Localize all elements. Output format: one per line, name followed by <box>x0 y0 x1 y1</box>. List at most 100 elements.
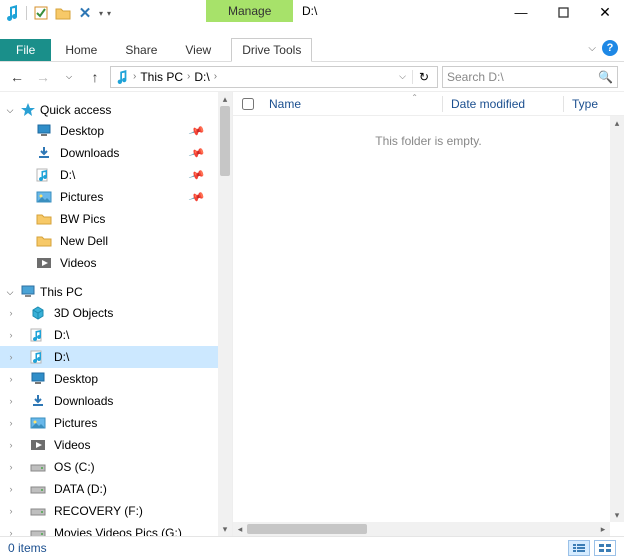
chevron-right-icon[interactable]: › <box>0 462 22 472</box>
up-button[interactable]: ↑ <box>84 66 106 88</box>
qat-customize-icon[interactable]: ▾ <box>107 9 111 18</box>
tree-item[interactable]: › Videos <box>0 434 218 456</box>
tree-item[interactable]: › DATA (D:) <box>0 478 218 500</box>
window-controls: — ✕ <box>506 2 620 22</box>
column-headers: Name ⌃ Date modified Type <box>233 92 624 116</box>
chevron-right-icon[interactable]: › <box>0 308 22 318</box>
view-large-icons-button[interactable] <box>594 540 616 556</box>
ribbon-expand-icon[interactable]: ⌵ <box>588 43 596 54</box>
search-input[interactable]: Search D:\ 🔍 <box>442 66 618 88</box>
chevron-right-icon[interactable]: › <box>0 418 22 428</box>
tree-item[interactable]: Pictures📌 <box>0 186 218 208</box>
chevron-right-icon[interactable]: › <box>0 506 22 516</box>
address-root-icon[interactable] <box>113 70 131 84</box>
chevron-down-icon[interactable]: ⌵ <box>4 287 16 298</box>
tree-item[interactable]: ›Desktop <box>0 368 218 390</box>
search-placeholder: Search D:\ <box>447 70 598 84</box>
drive-icon <box>30 459 46 475</box>
scroll-thumb[interactable] <box>220 106 230 176</box>
breadcrumb-current[interactable]: D:\ <box>192 70 211 84</box>
desktop-icon <box>36 123 52 139</box>
scroll-track[interactable] <box>247 522 596 536</box>
tree-item[interactable]: ›RECOVERY (F:) <box>0 500 218 522</box>
tab-share[interactable]: Share <box>111 39 171 61</box>
downloads-icon <box>36 145 52 161</box>
delete-x-icon[interactable]: ✕ <box>77 5 93 21</box>
scroll-up-icon[interactable]: ▴ <box>218 92 232 106</box>
sort-indicator-icon: ⌃ <box>411 93 418 102</box>
select-all-checkbox[interactable] <box>233 95 261 113</box>
drive-icon <box>30 503 46 519</box>
chevron-right-icon[interactable]: › <box>0 330 22 340</box>
tree-item-label: Videos <box>54 438 90 452</box>
address-history-icon[interactable]: ⌵ <box>395 71 410 82</box>
breadcrumb-sep-icon[interactable]: › <box>212 71 219 82</box>
manage-tab[interactable]: Manage <box>206 0 293 22</box>
tree-item[interactable]: D:\📌 <box>0 164 218 186</box>
scroll-track[interactable] <box>218 106 232 522</box>
breadcrumb-this-pc[interactable]: This PC <box>138 70 185 84</box>
scroll-down-icon[interactable]: ▾ <box>610 508 624 522</box>
scroll-thumb[interactable] <box>247 524 367 534</box>
tree-item[interactable]: BW Pics <box>0 208 218 230</box>
quick-access-toolbar: ✕ ▾ ▾ <box>0 0 117 22</box>
content-vscrollbar[interactable]: ▴ ▾ <box>610 116 624 522</box>
tree-item[interactable]: Videos <box>0 252 218 274</box>
chevron-right-icon[interactable]: › <box>0 528 22 536</box>
properties-icon[interactable] <box>33 5 49 21</box>
new-folder-icon[interactable] <box>55 5 71 21</box>
this-pc-icon <box>20 284 36 300</box>
column-type[interactable]: Type <box>564 97 624 111</box>
tree-item[interactable]: New Dell <box>0 230 218 252</box>
chevron-right-icon[interactable]: › <box>0 440 22 450</box>
recent-locations-button[interactable]: ⌵ <box>58 66 80 88</box>
chevron-right-icon[interactable]: › <box>0 484 22 494</box>
tab-view[interactable]: View <box>171 39 225 61</box>
close-button[interactable]: ✕ <box>590 2 620 22</box>
tab-file[interactable]: File <box>0 39 51 61</box>
select-all-checkbox-input[interactable] <box>242 98 254 110</box>
tree-item[interactable]: ›Movies Videos Pics (G:) <box>0 522 218 536</box>
minimize-button[interactable]: — <box>506 2 536 22</box>
qat-dropdown-icon[interactable]: ▾ <box>99 9 103 18</box>
tree-item[interactable]: ›D:\ <box>0 324 218 346</box>
column-name[interactable]: Name ⌃ <box>261 97 442 111</box>
tree-group-this-pc[interactable]: ⌵ This PC <box>0 282 218 302</box>
scroll-up-icon[interactable]: ▴ <box>610 116 624 130</box>
tree-group-quick-access[interactable]: ⌵ Quick access <box>0 100 218 120</box>
tree-item[interactable]: › Downloads <box>0 390 218 412</box>
tree-item[interactable]: ›3D Objects <box>0 302 218 324</box>
search-icon[interactable]: 🔍 <box>598 70 613 84</box>
tree-item-label: DATA (D:) <box>54 482 107 496</box>
forward-button[interactable]: → <box>32 66 54 88</box>
back-button[interactable]: ← <box>6 66 28 88</box>
view-details-button[interactable] <box>568 540 590 556</box>
tree-item-label: Downloads <box>54 394 113 408</box>
tab-drive-tools[interactable]: Drive Tools <box>231 38 312 62</box>
scroll-track[interactable] <box>610 130 624 508</box>
tree-item[interactable]: ›OS (C:) <box>0 456 218 478</box>
scroll-left-icon[interactable]: ◂ <box>233 524 247 535</box>
chevron-right-icon[interactable]: › <box>0 352 22 362</box>
breadcrumb-sep-icon[interactable]: › <box>131 71 138 82</box>
chevron-down-icon[interactable]: ⌵ <box>4 105 16 116</box>
refresh-button[interactable]: ↻ <box>412 70 435 84</box>
maximize-button[interactable] <box>548 2 578 22</box>
content-hscrollbar[interactable]: ◂ ▸ <box>233 522 610 536</box>
tree-scrollbar[interactable]: ▴ ▾ <box>218 92 232 536</box>
breadcrumb-sep-icon[interactable]: › <box>185 71 192 82</box>
chevron-right-icon[interactable]: › <box>0 396 22 406</box>
scroll-down-icon[interactable]: ▾ <box>218 522 232 536</box>
help-button[interactable]: ? <box>602 40 618 56</box>
3d-objects-icon <box>30 305 46 321</box>
navigation-tree[interactable]: ⌵ Quick access Desktop📌Downloads📌D:\📌Pic… <box>0 92 218 536</box>
scroll-right-icon[interactable]: ▸ <box>596 524 610 535</box>
tree-item[interactable]: Desktop📌 <box>0 120 218 142</box>
tab-home[interactable]: Home <box>51 39 111 61</box>
column-date[interactable]: Date modified <box>443 97 563 111</box>
tree-item[interactable]: ›Pictures <box>0 412 218 434</box>
tree-item[interactable]: ›D:\ <box>0 346 218 368</box>
chevron-right-icon[interactable]: › <box>0 374 22 384</box>
tree-item[interactable]: Downloads📌 <box>0 142 218 164</box>
address-bar[interactable]: › This PC › D:\ › ⌵ ↻ <box>110 66 438 88</box>
